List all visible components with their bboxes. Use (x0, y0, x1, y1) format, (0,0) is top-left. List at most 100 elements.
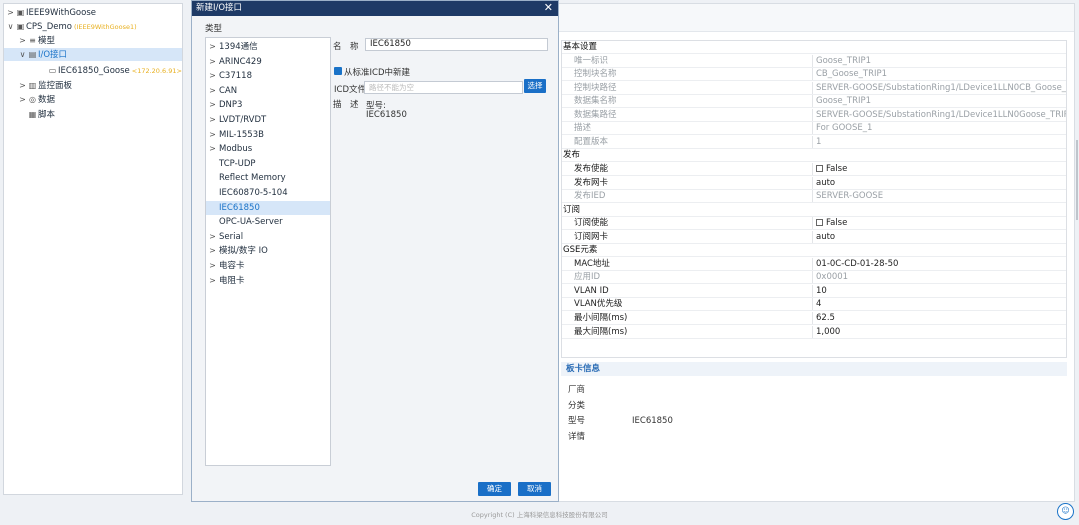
property-key: 最大间隔(ms) (574, 326, 628, 337)
property-row[interactable]: 唯一标识 Goose_TRIP1 (562, 54, 1066, 68)
select-button[interactable]: 选择 (524, 79, 546, 93)
property-value[interactable]: False (816, 163, 1066, 176)
type-item[interactable]: IEC60870-5-104 (206, 186, 330, 200)
property-row[interactable]: 最大间隔(ms) 1,000 (562, 325, 1066, 339)
name-input[interactable]: IEC61850 (365, 38, 548, 51)
property-value-text: 4 (816, 299, 822, 310)
property-value[interactable]: 4 (816, 298, 1066, 311)
chevron-right-icon[interactable]: > (6, 6, 15, 19)
name-label: 名 称 (333, 42, 359, 52)
chevron-down-icon[interactable]: ∨ (18, 48, 27, 61)
property-value[interactable]: auto (816, 231, 1066, 244)
chevron-right-icon[interactable]: > (206, 84, 219, 98)
property-row[interactable]: 数据集路径 SERVER-GOOSE/SubstationRing1/LDevic… (562, 108, 1066, 122)
tree-item[interactable]: ▭ IEC61850_Goose <172.20.6.91> (4, 64, 182, 77)
type-item[interactable]: > 模拟/数字 IO (206, 244, 330, 258)
checkbox[interactable] (816, 219, 823, 227)
tree-item[interactable]: > ≡ 模型 (4, 34, 182, 47)
property-row[interactable]: 订阅使能 False (562, 217, 1066, 231)
property-value[interactable]: False (816, 217, 1066, 230)
property-row[interactable]: 应用ID 0x0001 (562, 271, 1066, 285)
tree-item[interactable]: ▦ 脚本 (4, 108, 182, 121)
property-key: 配置版本 (574, 136, 609, 147)
type-item[interactable]: > LVDT/RVDT (206, 113, 330, 127)
type-item[interactable]: > C37118 (206, 69, 330, 83)
property-value[interactable]: 10 (816, 285, 1066, 298)
property-value[interactable]: 1,000 (816, 326, 1066, 339)
property-row[interactable]: 控制块名称 CB_Goose_TRIP1 (562, 68, 1066, 82)
icd-file-input[interactable]: 路径不能为空 (364, 81, 523, 94)
chevron-right-icon[interactable]: > (18, 34, 27, 47)
property-row[interactable]: 订阅网卡 auto (562, 230, 1066, 244)
property-value[interactable]: 62.5 (816, 312, 1066, 325)
type-item[interactable]: > Serial (206, 230, 330, 244)
property-row[interactable]: VLAN优先级 4 (562, 298, 1066, 312)
type-item[interactable]: TCP-UDP (206, 157, 330, 171)
property-category[interactable]: 发布 (562, 149, 1066, 163)
property-row[interactable]: 发布使能 False (562, 162, 1066, 176)
property-row[interactable]: 发布网卡 auto (562, 176, 1066, 190)
chevron-right-icon[interactable]: > (18, 79, 27, 92)
chevron-right-icon[interactable]: > (206, 113, 219, 127)
property-row[interactable]: 数据集名称 Goose_TRIP1 (562, 95, 1066, 109)
property-value: Goose_TRIP1 (816, 95, 1066, 108)
icd-checkbox[interactable] (334, 67, 342, 75)
type-item[interactable]: > Modbus (206, 142, 330, 156)
property-value[interactable]: auto (816, 177, 1066, 190)
property-value: SERVER-GOOSE/SubstationRing1/LDevice1LLN… (816, 109, 1066, 122)
property-row[interactable]: VLAN ID 10 (562, 284, 1066, 298)
ok-button[interactable]: 确定 (478, 482, 511, 496)
desc-model-value: IEC61850 (366, 110, 407, 120)
property-row[interactable]: 发布IED SERVER-GOOSE (562, 190, 1066, 204)
checkbox[interactable] (816, 164, 823, 172)
type-item[interactable]: Reflect Memory (206, 171, 330, 185)
chevron-right-icon[interactable]: > (206, 69, 219, 83)
property-row[interactable]: MAC地址 01-0C-CD-01-28-50 (562, 257, 1066, 271)
chevron-right-icon[interactable]: > (18, 93, 27, 106)
chevron-down-icon[interactable]: ∨ (6, 20, 15, 33)
type-item[interactable]: > 电容卡 (206, 259, 330, 273)
chevron-right-icon[interactable]: > (206, 230, 219, 244)
type-item-label: Serial (219, 231, 244, 242)
chat-help-icon[interactable]: ☺ (1057, 503, 1074, 520)
type-item[interactable]: > CAN (206, 84, 330, 98)
scrollbar[interactable] (1076, 140, 1078, 220)
chevron-right-icon[interactable]: > (206, 98, 219, 112)
type-item[interactable]: > DNP3 (206, 98, 330, 112)
chevron-right-icon[interactable]: > (206, 244, 219, 258)
property-row[interactable]: 描述 For GOOSE_1 (562, 122, 1066, 136)
property-category[interactable]: 订阅 (562, 204, 1066, 217)
type-item[interactable]: OPC-UA-Server (206, 215, 330, 229)
column-divider (812, 284, 813, 297)
chevron-right-icon[interactable]: > (206, 55, 219, 69)
project-icon: ▣ (16, 22, 25, 31)
column-divider (812, 162, 813, 175)
property-value-text: Goose_TRIP1 (816, 55, 872, 66)
type-item[interactable]: >1394通信 (206, 40, 330, 54)
tree-item[interactable]: > ◎ 数据 (4, 93, 182, 106)
type-item[interactable]: > 电阻卡 (206, 274, 330, 288)
tree-item[interactable]: > ▣ IEEE9WithGoose (4, 6, 182, 19)
type-item[interactable]: > ARINC429 (206, 55, 330, 69)
property-value: SERVER-GOOSE (816, 190, 1066, 203)
property-category[interactable]: 基本设置 (562, 41, 1066, 54)
chevron-right-icon[interactable]: > (206, 142, 219, 156)
property-category[interactable]: GSE元素 (562, 244, 1066, 258)
property-key: 控制块路径 (574, 82, 617, 93)
type-item[interactable]: IEC61850 (206, 200, 330, 215)
chevron-right-icon[interactable]: > (206, 259, 219, 273)
cancel-button[interactable]: 取消 (518, 482, 551, 496)
property-row[interactable]: 配置版本 1 (562, 135, 1066, 149)
property-value[interactable]: 01-0C-CD-01-28-50 (816, 258, 1066, 271)
data-icon: ◎ (29, 95, 36, 104)
chevron-right-icon[interactable]: > (206, 274, 219, 288)
tree-item[interactable]: ∨ ▣ CPS_Demo (IEEE9WithGoose1) (4, 20, 182, 33)
property-row[interactable]: 控制块路径 SERVER-GOOSE/SubstationRing1/LDevic… (562, 81, 1066, 95)
close-icon[interactable]: ✕ (544, 1, 553, 15)
tree-item[interactable]: ∨ ▤ I/O接口 (4, 48, 182, 61)
chevron-right-icon[interactable]: > (206, 128, 219, 142)
chevron-right-icon[interactable]: > (206, 40, 219, 54)
tree-item[interactable]: > ▥ 监控面板 (4, 79, 182, 92)
type-item[interactable]: > MIL-1553B (206, 128, 330, 142)
property-row[interactable]: 最小间隔(ms) 62.5 (562, 312, 1066, 325)
